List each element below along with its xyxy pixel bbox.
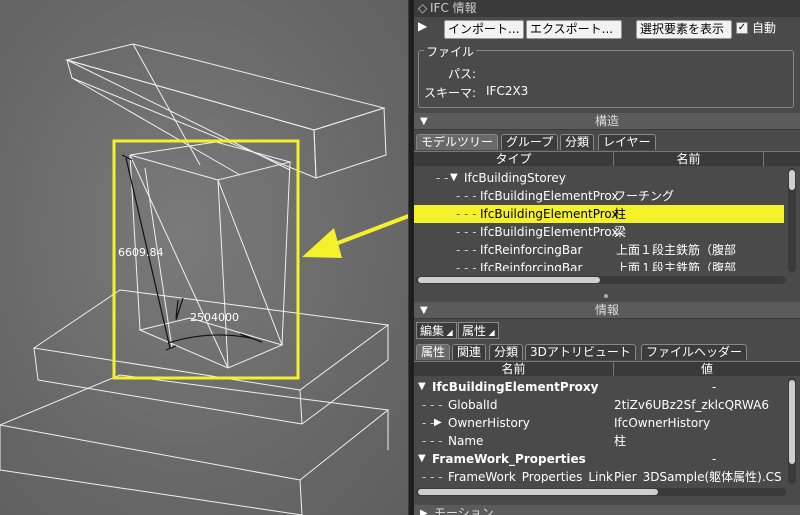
- model-tree: - - ▼ IfcBuildingStorey - - - IfcBuildin…: [414, 167, 784, 271]
- tree-row-type: IfcReinforcingBar: [480, 243, 583, 257]
- file-group-label: ファイル: [424, 43, 477, 60]
- tree-row-name: 上面１段主鉄筋（腹部: [616, 243, 737, 257]
- tree-row-type: IfcReinforcingBar: [480, 261, 583, 271]
- column-attr-name[interactable]: 名前: [414, 362, 614, 376]
- beam-end-face: [313, 107, 387, 179]
- import-button[interactable]: インポート...: [444, 20, 524, 39]
- edit-menu-label: 編集: [420, 324, 445, 338]
- attr-row-value: -: [712, 452, 717, 466]
- show-selected-button[interactable]: 選択要素を表示: [636, 20, 732, 39]
- attr-row-value: 柱: [614, 434, 627, 448]
- attr-row[interactable]: - - - Name 柱: [414, 432, 786, 450]
- tab-file-header[interactable]: ファイルヘッダー: [641, 344, 748, 360]
- beam-top-face: [65, 43, 386, 131]
- auto-checkbox[interactable]: ✓: [736, 22, 748, 34]
- motion-header[interactable]: ▶ モーション: [414, 505, 800, 515]
- attr-row-value: IfcOwnerHistory: [614, 416, 711, 430]
- column-name[interactable]: 名前: [614, 152, 764, 166]
- tree-row[interactable]: - - - IfcBuildingElementProx 梁: [414, 223, 784, 241]
- attr-row[interactable]: - - - GlobalId 2tiZv6UBz2Sf_zklcQRWA6: [414, 396, 786, 414]
- tree-row[interactable]: - - - IfcReinforcingBar 上面１段主鉄筋（腹部: [414, 241, 784, 259]
- tree-row-type: IfcBuildingElementProx: [480, 207, 619, 221]
- dropdown-icon: ◢: [486, 328, 495, 337]
- structure-column-header: タイプ 名前: [414, 151, 800, 166]
- attr-row-value: 2tiZv6UBz2Sf_zklcQRWA6: [614, 398, 769, 412]
- splitter-handle[interactable]: [604, 294, 608, 298]
- tree-row-type: IfcBuildingElementProx: [480, 225, 619, 239]
- attr-row-name: Name: [448, 434, 484, 448]
- path-label: パス:: [448, 67, 477, 81]
- tree-row-type: IfcBuildingStorey: [464, 171, 566, 185]
- beam-front-face: [66, 59, 317, 179]
- attr-horizontal-scrollbar[interactable]: [416, 488, 786, 496]
- auto-label: 自動: [752, 21, 777, 35]
- expand-triangle-icon[interactable]: ▼: [418, 450, 426, 468]
- column-attr-value[interactable]: 値: [614, 362, 800, 376]
- attr-row-name: IfcBuildingElementProxy: [432, 380, 599, 394]
- tree-horizontal-scrollbar[interactable]: [416, 276, 786, 284]
- tab-relations[interactable]: 関連: [452, 344, 487, 360]
- attr-row-name: GlobalId: [448, 398, 498, 412]
- attribute-menu-button[interactable]: 属性 ◢: [458, 322, 499, 339]
- attr-row-name: FrameWork_Properties_Link: [448, 470, 613, 483]
- dimension-label-width: 2504000: [190, 311, 239, 324]
- tree-row-type: IfcBuildingElementProx: [480, 189, 619, 203]
- attr-vertical-scrollbar[interactable]: [788, 378, 796, 484]
- panel-title: IFC 情報: [430, 1, 477, 15]
- dropdown-icon: ◢: [444, 328, 453, 337]
- tree-row-name: 柱: [614, 207, 627, 221]
- tree-row-selected[interactable]: - - - IfcBuildingElementProx 柱: [414, 205, 784, 223]
- column-top: [129, 141, 292, 181]
- attr-row-name: OwnerHistory: [448, 416, 530, 430]
- attr-row-value: -: [712, 380, 717, 394]
- tree-row[interactable]: - - - IfcBuildingElementProx フーチング: [414, 187, 784, 205]
- structure-title: 構造: [594, 114, 619, 128]
- schema-value: IFC2X3: [486, 84, 529, 98]
- attr-row-value: Pier_3DSample(躯体属性).CS: [614, 470, 782, 483]
- tree-row-name: フーチング: [614, 189, 675, 203]
- tree-vertical-scrollbar[interactable]: [788, 168, 796, 272]
- expand-triangle-icon[interactable]: ▼: [418, 378, 426, 396]
- column-type[interactable]: タイプ: [414, 152, 614, 166]
- wireframe-model: [0, 43, 408, 515]
- attr-row-group[interactable]: ▼ IfcBuildingElementProxy -: [414, 378, 786, 396]
- expand-triangle-icon[interactable]: ▼: [450, 169, 458, 187]
- attribute-table: ▼ IfcBuildingElementProxy - - - - Global…: [414, 377, 786, 483]
- structure-header[interactable]: ▼ 構造: [414, 113, 800, 130]
- schema-label: スキーマ:: [424, 86, 477, 100]
- motion-title: モーション: [434, 506, 494, 515]
- info-header[interactable]: ▼ 情報: [414, 302, 800, 319]
- export-button[interactable]: エクスポート...: [526, 20, 622, 39]
- tab-info-classification[interactable]: 分類: [489, 344, 524, 360]
- dimension-label-height: 6609.84: [118, 246, 164, 259]
- play-icon[interactable]: ▶: [418, 19, 427, 33]
- diamond-icon: ◇: [418, 1, 428, 15]
- tab-layers[interactable]: レイヤー: [598, 134, 656, 150]
- attr-row[interactable]: - - ▶ OwnerHistory IfcOwnerHistory: [414, 414, 786, 432]
- info-title: 情報: [594, 303, 619, 317]
- tab-groups[interactable]: グループ: [501, 134, 559, 150]
- attr-row-group[interactable]: ▼ FrameWork_Properties -: [414, 450, 786, 468]
- tree-row-name: 梁: [614, 225, 627, 239]
- panel-titlebar: ◇ IFC 情報: [414, 0, 800, 17]
- tree-row[interactable]: - - - IfcReinforcingBar 上面１段主鉄筋（腹部: [414, 259, 784, 271]
- callout-arrowhead: [302, 228, 342, 258]
- attr-row[interactable]: - - - FrameWork_Properties_Link Pier_3DS…: [414, 468, 786, 483]
- collapse-triangle-icon: ▶: [420, 508, 428, 515]
- tree-row-name: 上面１段主鉄筋（腹部: [616, 261, 737, 271]
- tab-3d-attributes[interactable]: 3Dアトリビュート: [525, 344, 636, 360]
- footing-top-face: [32, 289, 390, 391]
- attribute-menu-label: 属性: [462, 324, 487, 338]
- info-column-header: 名前 値: [414, 361, 800, 376]
- tab-attributes[interactable]: 属性: [416, 344, 451, 360]
- tab-model-tree[interactable]: モデルツリー: [416, 134, 499, 150]
- tab-classification[interactable]: 分類: [560, 134, 595, 150]
- attr-row-name: FrameWork_Properties: [432, 452, 586, 466]
- callout-arrow: [329, 214, 408, 248]
- ifc-info-panel: ◇ IFC 情報 ▶ インポート... エクスポート... 選択要素を表示 ✓ …: [414, 0, 800, 515]
- 3d-viewport[interactable]: 6609.84 2504000: [0, 0, 408, 515]
- expand-right-icon[interactable]: ▶: [434, 414, 442, 432]
- tree-row[interactable]: - - ▼ IfcBuildingStorey: [414, 169, 784, 187]
- edit-menu-button[interactable]: 編集 ◢: [416, 322, 457, 339]
